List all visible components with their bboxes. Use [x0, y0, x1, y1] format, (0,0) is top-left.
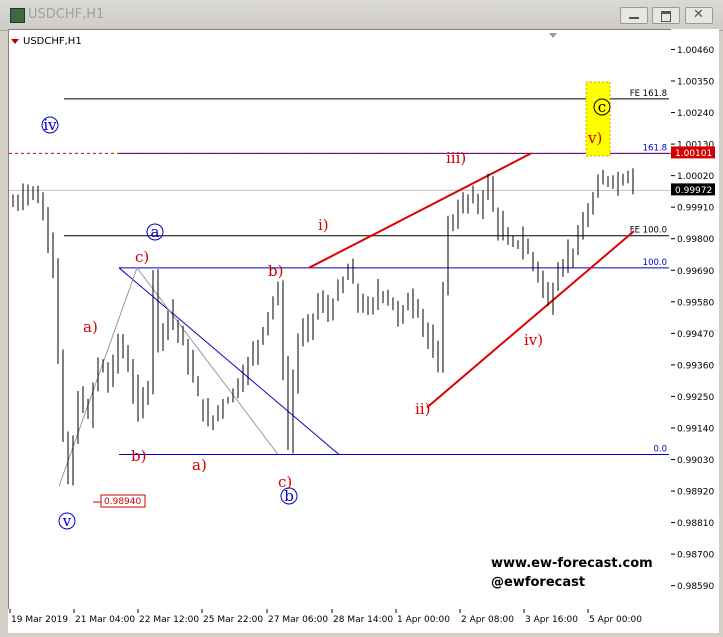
window-title: USDCHF,H1 [28, 7, 105, 22]
restore-button[interactable] [652, 7, 680, 24]
price-tick-label: 0.99030 [677, 456, 714, 466]
wave-labels: ivva)b)c)aa)b)c)bi)ii)iii)iv)v)c0.98940 [41, 98, 611, 530]
price-tick-label: 0.98920 [677, 488, 714, 498]
wave-label: b) [131, 447, 146, 465]
minimize-icon [629, 17, 639, 19]
close-icon: ✕ [693, 7, 704, 22]
price-tick-label: 0.99250 [677, 393, 714, 403]
price-tick-label: 1.00240 [677, 109, 714, 119]
time-axis: 19 Mar 2019 21 Mar 04:00 22 Mar 12:00 25 Ma… [8, 609, 719, 633]
time-tick-label: 2 Apr 08:00 [461, 615, 514, 625]
wave-label: a) [83, 318, 98, 336]
current-price-label: 0.99972 [675, 186, 712, 196]
channel-lower-line[interactable] [426, 230, 635, 409]
time-tick-label: 27 Mar 06:00 [268, 615, 328, 625]
level-label: 100.0 [643, 258, 667, 268]
time-tick-label: 28 Mar 14:00 [333, 615, 393, 625]
wave-label: b [284, 487, 294, 505]
wave-label: v) [587, 129, 602, 147]
time-tick-label: 22 Mar 12:00 [139, 615, 199, 625]
wave-label: iii) [446, 149, 466, 167]
watermark-url: www.ew-forecast.com [491, 556, 653, 571]
title-bar: USDCHF,H1 ✕ [0, 0, 723, 31]
horizontal-levels: FE 161.8 161.8 FE 100.0 100.0 0.0 [9, 89, 671, 455]
time-tick-label: 21 Mar 04:00 [75, 615, 135, 625]
triangle-diagonal[interactable] [118, 267, 340, 455]
time-tick-label: 25 Mar 22:00 [203, 615, 263, 625]
restore-icon [661, 11, 671, 22]
symbol-dropdown-icon[interactable] [11, 39, 19, 44]
wave-label: iv [43, 116, 57, 134]
wave-label: ii) [415, 400, 430, 418]
wave-label: c) [135, 248, 149, 266]
watermark-handle: @ewforecast [491, 575, 585, 590]
price-axis: 1.00460 1.00350 1.00240 1.00130 1.00020 0.999… [671, 29, 719, 609]
time-tick-label: 5 Apr 00:00 [589, 615, 642, 625]
price-tick-label: 0.99580 [677, 298, 714, 308]
minimize-button[interactable] [620, 7, 648, 24]
chart-shift-icon[interactable] [549, 33, 557, 38]
price-tick-label: 0.99690 [677, 267, 714, 277]
price-tick-label: 1.00350 [677, 78, 714, 88]
price-tick-label: 0.99470 [677, 330, 714, 340]
level-label: 0.0 [653, 444, 667, 454]
time-tick-label: 1 Apr 00:00 [397, 615, 450, 625]
low-price-label: 0.98940 [104, 497, 141, 507]
chart-window-icon [10, 8, 25, 23]
level-label: FE 100.0 [630, 226, 667, 236]
price-tick-label: 0.99910 [677, 204, 714, 214]
highlight-price-label: 1.00101 [675, 149, 712, 159]
wave-label: a [151, 223, 160, 241]
chart-svg[interactable]: FE 161.8161.8FE 100.0100.00.0 ivva)b)c)a… [9, 30, 671, 610]
level-label: FE 161.8 [630, 89, 667, 99]
wave-label: b) [268, 262, 283, 280]
time-tick-label: 3 Apr 16:00 [525, 615, 578, 625]
price-tick-label: 0.98700 [677, 551, 714, 561]
wave-label: iv) [524, 331, 543, 349]
symbol-label: USDCHF,H1 [23, 36, 82, 47]
wave-label: a) [192, 456, 207, 474]
price-tick-label: 1.00460 [677, 46, 714, 56]
wave-label: v [62, 512, 72, 530]
price-tick-label: 0.99140 [677, 424, 714, 434]
wave-label: i) [318, 216, 329, 234]
chart-plot-area[interactable]: FE 161.8 161.8 FE 100.0 100.0 0.0 iv v a) b) c) a… [8, 29, 672, 611]
price-tick-label: 0.98590 [677, 582, 714, 592]
price-tick-label: 0.99800 [677, 235, 714, 245]
close-button[interactable]: ✕ [685, 7, 713, 24]
time-tick-label: 19 Mar 2019 [11, 615, 68, 625]
level-label: 161.8 [643, 143, 667, 153]
price-tick-label: 0.98810 [677, 519, 714, 529]
price-tick-label: 0.99360 [677, 361, 714, 371]
wave-label: c [598, 98, 606, 116]
price-tick-label: 1.00020 [677, 172, 714, 182]
